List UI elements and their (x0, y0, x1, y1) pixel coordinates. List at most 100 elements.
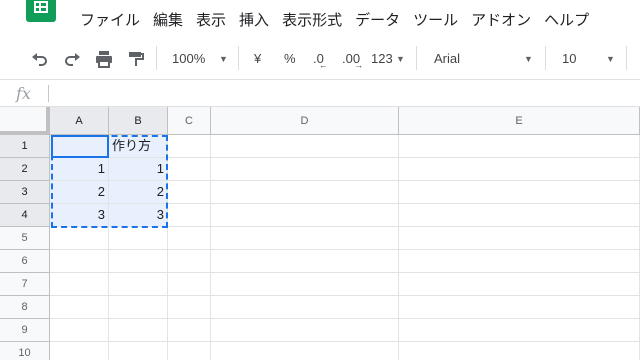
cell-b10[interactable] (109, 342, 168, 360)
row-header-8[interactable]: 8 (0, 296, 50, 319)
cell-a8[interactable] (50, 296, 109, 319)
formula-bar-separator (48, 85, 49, 102)
cell-a3[interactable]: 2 (50, 181, 109, 204)
row-header-5[interactable]: 5 (0, 227, 50, 250)
cell-c7[interactable] (168, 273, 211, 296)
menu-insert[interactable]: 挿入 (239, 11, 269, 29)
toolbar: 100% ▼ ¥ % .0← .00→ 123 ▼ Arial ▼ 10 ▼ (0, 34, 640, 80)
chevron-down-icon[interactable]: ▼ (606, 49, 615, 69)
cell-c1[interactable] (168, 135, 211, 158)
column-header-b[interactable]: B (109, 107, 168, 135)
cell-d2[interactable] (211, 158, 399, 181)
sheets-logo-icon[interactable] (26, 0, 56, 22)
paint-format-icon[interactable] (126, 49, 146, 69)
cell-d10[interactable] (211, 342, 399, 360)
cell-e6[interactable] (399, 250, 640, 273)
menu-file[interactable]: ファイル (80, 11, 140, 29)
cell-d7[interactable] (211, 273, 399, 296)
menu-format[interactable]: 表示形式 (282, 11, 342, 29)
cell-e10[interactable] (399, 342, 640, 360)
cell-b3[interactable]: 2 (109, 181, 168, 204)
currency-format-button[interactable]: ¥ (254, 49, 261, 69)
row-header-9[interactable]: 9 (0, 319, 50, 342)
cell-e8[interactable] (399, 296, 640, 319)
undo-icon[interactable] (30, 49, 50, 69)
cell-a5[interactable] (50, 227, 109, 250)
cell-c4[interactable] (168, 204, 211, 227)
increase-decimal-button[interactable]: .00→ (342, 49, 369, 70)
cell-d3[interactable] (211, 181, 399, 204)
cell-b8[interactable] (109, 296, 168, 319)
cell-a1[interactable] (50, 135, 109, 158)
column-header-e[interactable]: E (399, 107, 640, 135)
cell-c9[interactable] (168, 319, 211, 342)
cell-e1[interactable] (399, 135, 640, 158)
cell-b4[interactable]: 3 (109, 204, 168, 227)
cell-c6[interactable] (168, 250, 211, 273)
decrease-decimal-button[interactable]: .0← (313, 49, 333, 70)
font-size-select[interactable]: 10 (562, 49, 576, 69)
cell-a10[interactable] (50, 342, 109, 360)
menu-edit[interactable]: 編集 (153, 11, 183, 29)
cell-c8[interactable] (168, 296, 211, 319)
redo-icon[interactable] (62, 49, 82, 69)
cell-b7[interactable] (109, 273, 168, 296)
cell-b1[interactable]: 作り方 (109, 135, 168, 158)
cell-a4[interactable]: 3 (50, 204, 109, 227)
menu-data[interactable]: データ (355, 11, 400, 29)
chevron-down-icon[interactable]: ▼ (396, 49, 405, 69)
cell-b2[interactable]: 1 (109, 158, 168, 181)
cell-d1[interactable] (211, 135, 399, 158)
cell-d4[interactable] (211, 204, 399, 227)
menu-help[interactable]: ヘルプ (544, 11, 589, 29)
row-header-10[interactable]: 10 (0, 342, 50, 360)
column-header-a[interactable]: A (50, 107, 109, 135)
arrow-left-icon: ← (318, 60, 328, 70)
cell-a6[interactable] (50, 250, 109, 273)
cell-a7[interactable] (50, 273, 109, 296)
chevron-down-icon[interactable]: ▼ (219, 49, 228, 69)
fx-icon: fx (16, 84, 31, 103)
cell-a9[interactable] (50, 319, 109, 342)
cell-c5[interactable] (168, 227, 211, 250)
cell-d9[interactable] (211, 319, 399, 342)
menu-view[interactable]: 表示 (196, 11, 226, 29)
cell-b5[interactable] (109, 227, 168, 250)
cell-d8[interactable] (211, 296, 399, 319)
cell-a2[interactable]: 1 (50, 158, 109, 181)
menu-addons[interactable]: アドオン (471, 11, 531, 29)
cell-e3[interactable] (399, 181, 640, 204)
select-all-corner[interactable] (0, 107, 50, 135)
cell-c3[interactable] (168, 181, 211, 204)
cell-c2[interactable] (168, 158, 211, 181)
cell-e5[interactable] (399, 227, 640, 250)
arrow-right-icon: → (354, 60, 364, 70)
more-formats-button[interactable]: 123 (371, 49, 393, 69)
toolbar-separator (238, 46, 239, 70)
cell-b6[interactable] (109, 250, 168, 273)
cell-e9[interactable] (399, 319, 640, 342)
font-select[interactable]: Arial (434, 49, 460, 69)
percent-format-button[interactable]: % (284, 49, 296, 69)
cell-c10[interactable] (168, 342, 211, 360)
zoom-select[interactable]: 100% (172, 49, 205, 69)
toolbar-separator (626, 46, 627, 70)
column-header-c[interactable]: C (168, 107, 211, 135)
column-header-d[interactable]: D (211, 107, 399, 135)
cell-e4[interactable] (399, 204, 640, 227)
row-header-2[interactable]: 2 (0, 158, 50, 181)
cell-e7[interactable] (399, 273, 640, 296)
row-header-4[interactable]: 4 (0, 204, 50, 227)
cell-b9[interactable] (109, 319, 168, 342)
row-header-7[interactable]: 7 (0, 273, 50, 296)
row-header-3[interactable]: 3 (0, 181, 50, 204)
app-bar: ファイル 編集 表示 挿入 表示形式 データ ツール アドオン ヘルプ (0, 0, 640, 34)
cell-e2[interactable] (399, 158, 640, 181)
cell-d5[interactable] (211, 227, 399, 250)
row-header-1[interactable]: 1 (0, 135, 50, 158)
menu-tools[interactable]: ツール (413, 11, 458, 29)
row-header-6[interactable]: 6 (0, 250, 50, 273)
chevron-down-icon[interactable]: ▼ (524, 49, 533, 69)
print-icon[interactable] (94, 49, 114, 69)
cell-d6[interactable] (211, 250, 399, 273)
